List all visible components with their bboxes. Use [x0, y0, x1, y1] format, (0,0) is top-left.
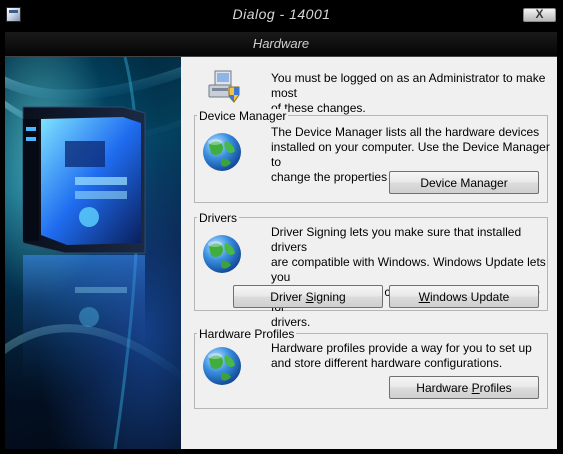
hardware-profiles-group-label: Hardware Profiles [197, 327, 297, 341]
window-title: Dialog - 14001 [232, 6, 331, 22]
driver-signing-button[interactable]: Driver Signing [233, 285, 383, 308]
description-line: Driver Signing lets you make sure that i… [271, 225, 522, 254]
admin-notice-line: You must be logged on as an Administrato… [271, 71, 546, 100]
computer-admin-shield-icon [208, 70, 240, 103]
device-manager-group-label: Device Manager [197, 109, 289, 123]
drivers-group-label: Drivers [197, 211, 239, 225]
page-header: Hardware [5, 32, 557, 57]
description-line: drivers. [271, 315, 311, 329]
globe-icon [203, 347, 241, 385]
admin-notice-line: of these changes. [271, 101, 366, 115]
page-title: Hardware [252, 36, 310, 51]
close-button[interactable]: X [523, 8, 556, 22]
description-line: The Device Manager lists all the hardwar… [271, 125, 540, 139]
description-line: Hardware profiles provide a way for you … [271, 341, 532, 355]
button-mnemonic: W [418, 290, 430, 304]
hardware-profiles-description: Hardware profiles provide a way for you … [271, 341, 532, 371]
hardware-illustration [5, 57, 181, 449]
button-text-part: indows Update [429, 290, 510, 304]
button-mnemonic: S [305, 290, 314, 304]
admin-notice: You must be logged on as an Administrato… [271, 71, 557, 116]
title-bar: Dialog - 14001 X [0, 0, 563, 30]
description-line: installed on your computer. Use the Devi… [271, 140, 550, 169]
button-text-part: Hardware [416, 381, 472, 395]
hardware-profiles-button[interactable]: Hardware Profiles [389, 376, 539, 399]
button-text-part: rofiles [479, 381, 512, 395]
drivers-description: Driver Signing lets you make sure that i… [271, 225, 557, 330]
button-mnemonic: P [471, 381, 480, 395]
description-line: are compatible with Windows. Windows Upd… [271, 255, 546, 284]
device-manager-button-label: Device Manager [420, 176, 508, 190]
globe-icon [203, 235, 241, 273]
button-text-part: igning [313, 290, 346, 304]
device-manager-button[interactable]: Device Manager [389, 171, 539, 194]
description-line: and store different hardware configurati… [271, 356, 503, 370]
button-text-part: Driver [270, 290, 306, 304]
windows-update-button[interactable]: Windows Update [389, 285, 539, 308]
globe-icon [203, 133, 241, 171]
computer-tower-illustration [5, 57, 181, 449]
hardware-content-panel: You must be logged on as an Administrato… [181, 57, 557, 449]
